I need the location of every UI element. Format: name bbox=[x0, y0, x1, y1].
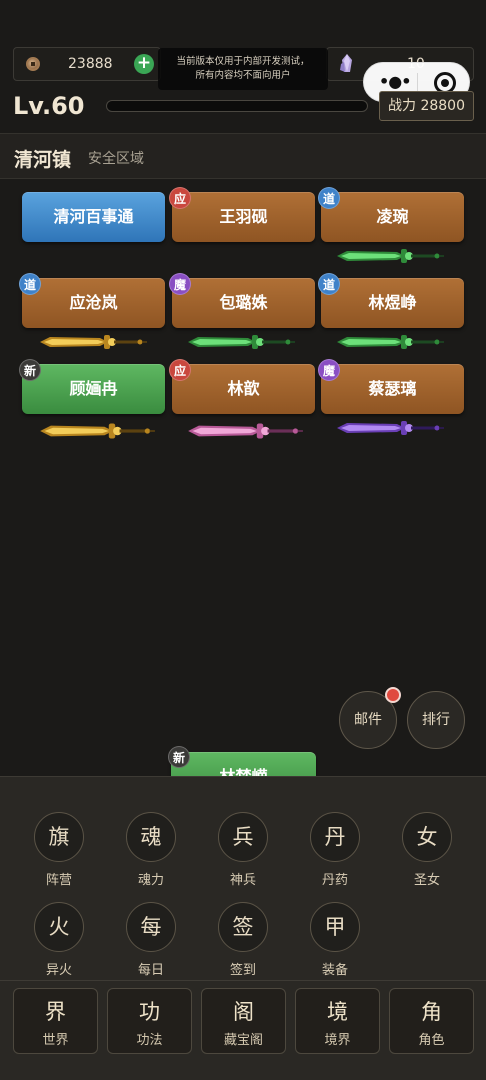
npc-badge: 应 bbox=[169, 187, 191, 209]
dev-notice: 当前版本仅用于内部开发测试， 所有内容均不面向用户 bbox=[158, 48, 328, 90]
xp-progress-bar bbox=[106, 100, 368, 112]
nav-tab[interactable]: 阁藏宝阁 bbox=[201, 988, 286, 1054]
nav-label: 角色 bbox=[418, 1033, 445, 1048]
rank-button[interactable]: 排行 bbox=[407, 691, 465, 749]
nav-glyph: 境 bbox=[327, 1000, 348, 1024]
add-coins-button[interactable]: + bbox=[134, 54, 154, 74]
coin-value: 23888 bbox=[68, 56, 113, 72]
player-level: Lv.60 bbox=[13, 92, 85, 120]
nav-tab[interactable]: 界世界 bbox=[13, 988, 98, 1054]
nav-glyph: 角 bbox=[421, 1000, 442, 1024]
more-icon[interactable]: •●• bbox=[379, 74, 411, 90]
npc-badge: 道 bbox=[318, 273, 340, 295]
npc-button[interactable]: 王羽砚 bbox=[172, 192, 315, 242]
function-button[interactable]: 甲装备 bbox=[305, 902, 365, 978]
mail-notification-dot bbox=[385, 687, 401, 703]
function-button[interactable]: 女圣女 bbox=[397, 812, 457, 888]
weapon-sword-icon bbox=[188, 335, 295, 349]
function-glyph: 兵 bbox=[218, 812, 268, 862]
weapon-sword-icon bbox=[188, 423, 303, 439]
function-glyph: 每 bbox=[126, 902, 176, 952]
npc-name: 顾婳冉 bbox=[69, 379, 118, 398]
npc-name: 凌琬 bbox=[376, 207, 409, 226]
npc-name: 王羽砚 bbox=[219, 207, 268, 226]
function-label: 阵营 bbox=[45, 873, 72, 888]
function-glyph: 甲 bbox=[310, 902, 360, 952]
npc-name: 包璐姝 bbox=[219, 293, 268, 312]
function-glyph: 女 bbox=[402, 812, 452, 862]
nav-divider bbox=[0, 980, 486, 981]
function-button[interactable]: 丹丹药 bbox=[305, 812, 365, 888]
location-zone: 安全区域 bbox=[88, 151, 144, 167]
function-label: 神兵 bbox=[229, 873, 256, 888]
nav-label: 境界 bbox=[324, 1033, 351, 1048]
npc-button[interactable]: 顾婳冉 bbox=[22, 364, 165, 414]
npc-badge: 应 bbox=[169, 359, 191, 381]
function-label: 异火 bbox=[45, 963, 72, 978]
function-label: 丹药 bbox=[321, 873, 348, 888]
function-button[interactable]: 旗阵营 bbox=[29, 812, 89, 888]
npc-badge: 道 bbox=[318, 187, 340, 209]
coin-counter: 23888 + bbox=[13, 47, 161, 81]
function-button[interactable]: 火异火 bbox=[29, 902, 89, 978]
function-button[interactable]: 签签到 bbox=[213, 902, 273, 978]
npc-button[interactable]: 林煜峥 bbox=[321, 278, 464, 328]
location-name: 清河镇 bbox=[14, 149, 72, 171]
npc-name: 林煜峥 bbox=[368, 293, 417, 312]
function-glyph: 火 bbox=[34, 902, 84, 952]
function-glyph: 丹 bbox=[310, 812, 360, 862]
function-label: 圣女 bbox=[413, 873, 440, 888]
featured-npc-badge: 新 bbox=[168, 746, 190, 768]
dev-notice-line2: 所有内容均不面向用户 bbox=[195, 70, 291, 81]
weapon-sword-icon bbox=[337, 421, 444, 435]
npc-button[interactable]: 清河百事通 bbox=[22, 192, 165, 242]
weapon-sword-icon bbox=[40, 423, 155, 439]
dev-notice-line1: 当前版本仅用于内部开发测试， bbox=[176, 56, 310, 67]
nav-tab[interactable]: 角角色 bbox=[389, 988, 474, 1054]
npc-badge: 魔 bbox=[318, 359, 340, 381]
npc-button[interactable]: 林歆 bbox=[172, 364, 315, 414]
function-glyph: 签 bbox=[218, 902, 268, 952]
capsule-divider bbox=[417, 73, 418, 93]
function-label: 装备 bbox=[321, 963, 348, 978]
function-label: 签到 bbox=[229, 963, 256, 978]
nav-label: 世界 bbox=[42, 1033, 69, 1048]
combat-power: 战力 28800 bbox=[379, 91, 474, 121]
function-button[interactable]: 魂魂力 bbox=[121, 812, 181, 888]
function-glyph: 魂 bbox=[126, 812, 176, 862]
location-bar: 清河镇 安全区域 bbox=[0, 133, 486, 179]
npc-badge: 新 bbox=[19, 359, 41, 381]
function-glyph: 旗 bbox=[34, 812, 84, 862]
crystal-icon bbox=[340, 54, 352, 72]
nav-tab[interactable]: 境境界 bbox=[295, 988, 380, 1054]
nav-glyph: 功 bbox=[139, 1000, 160, 1024]
npc-button[interactable]: 包璐姝 bbox=[172, 278, 315, 328]
npc-badge: 道 bbox=[19, 273, 41, 295]
nav-glyph: 界 bbox=[45, 1000, 66, 1024]
npc-name: 应沧岚 bbox=[69, 293, 118, 312]
npc-name: 清河百事通 bbox=[53, 207, 134, 226]
nav-glyph: 阁 bbox=[233, 1000, 254, 1024]
function-button[interactable]: 每每日 bbox=[121, 902, 181, 978]
function-button[interactable]: 兵神兵 bbox=[213, 812, 273, 888]
weapon-sword-icon bbox=[337, 335, 444, 349]
nav-tab[interactable]: 功功法 bbox=[107, 988, 192, 1054]
npc-name: 蔡瑟璃 bbox=[368, 379, 417, 398]
npc-button[interactable]: 凌琬 bbox=[321, 192, 464, 242]
function-label: 魂力 bbox=[137, 873, 164, 888]
weapon-sword-icon bbox=[337, 249, 444, 263]
npc-button[interactable]: 应沧岚 bbox=[22, 278, 165, 328]
nav-label: 功法 bbox=[136, 1033, 163, 1048]
weapon-sword-icon bbox=[40, 335, 147, 349]
npc-button[interactable]: 蔡瑟璃 bbox=[321, 364, 464, 414]
nav-label: 藏宝阁 bbox=[223, 1033, 263, 1048]
npc-name: 林歆 bbox=[227, 379, 260, 398]
function-label: 每日 bbox=[137, 963, 164, 978]
npc-badge: 魔 bbox=[169, 273, 191, 295]
coin-icon bbox=[26, 57, 40, 71]
